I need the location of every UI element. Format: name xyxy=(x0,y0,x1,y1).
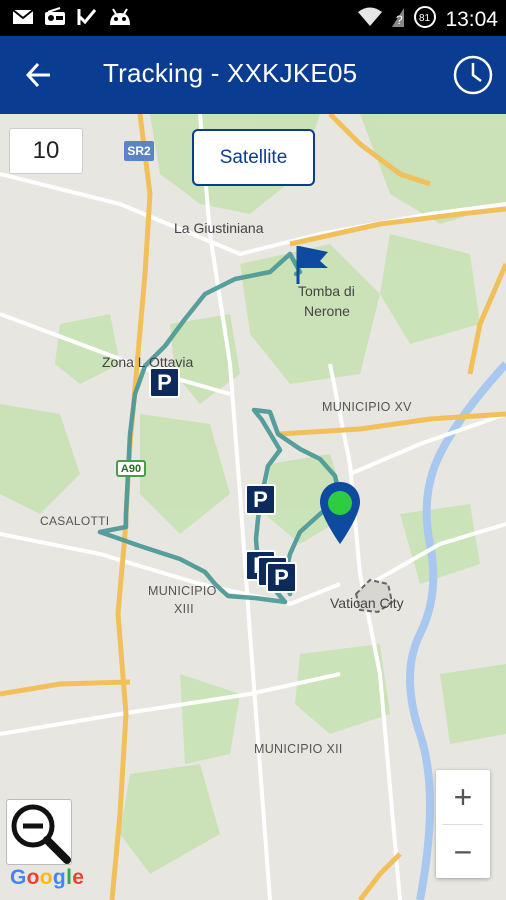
place-label-municipio-xv: MUNICIPIO XV xyxy=(322,400,412,414)
place-label-vatican-city: Vatican City xyxy=(330,595,404,611)
svg-text:81: 81 xyxy=(419,13,431,24)
status-time: 13:04 xyxy=(445,7,498,31)
place-label-municipio-xiii-line1: MUNICIPIO xyxy=(148,584,217,598)
battery-icon: 81 xyxy=(413,5,437,34)
gmail-icon xyxy=(12,7,34,27)
back-button[interactable] xyxy=(22,58,56,92)
satellite-button[interactable]: Satellite xyxy=(192,129,315,186)
track-count-field[interactable]: 10 xyxy=(9,128,83,174)
magnifier-minus-icon xyxy=(11,804,71,864)
place-label-nerone: Nerone xyxy=(304,303,350,319)
android-icon xyxy=(108,7,130,27)
place-label-la-giustiniana: La Giustiniana xyxy=(174,220,264,236)
zoom-in-button[interactable]: + xyxy=(436,770,490,824)
parking-marker-2[interactable]: P xyxy=(245,484,276,515)
clock-icon xyxy=(453,55,493,95)
page-title: Tracking - XXKJKE05 xyxy=(103,58,358,88)
map-view[interactable]: SR2 La Giustiniana Tomba di Nerone Zona … xyxy=(0,114,506,900)
check-flag-icon xyxy=(76,7,98,27)
zoom-to-fit-button[interactable] xyxy=(6,799,72,865)
place-label-municipio-xiii-line2: XIII xyxy=(174,602,194,616)
google-logo: Google xyxy=(10,866,85,889)
status-bar: ? 81 13:04 xyxy=(0,0,506,36)
parking-marker-5[interactable]: P xyxy=(266,562,297,593)
place-label-casalotti: CASALOTTI xyxy=(40,514,110,528)
app-bar: Tracking - XXKJKE05 xyxy=(0,36,506,114)
history-button[interactable] xyxy=(452,54,494,96)
parking-marker-1[interactable]: P xyxy=(149,367,180,398)
location-pin-icon[interactable] xyxy=(318,480,362,546)
zoom-out-button[interactable]: − xyxy=(436,825,490,879)
signal-icon: ? xyxy=(391,6,405,33)
wifi-icon xyxy=(357,6,383,33)
route-shield-sr2: SR2 xyxy=(124,141,154,161)
zoom-controls: + − xyxy=(436,770,490,878)
arrow-back-icon xyxy=(25,62,50,88)
flag-icon[interactable] xyxy=(290,242,330,286)
svg-text:?: ? xyxy=(396,13,403,27)
place-label-municipio-xii: MUNICIPIO XII xyxy=(254,742,343,756)
route-shield-a90: A90 xyxy=(116,460,146,477)
radio-icon xyxy=(44,7,66,27)
